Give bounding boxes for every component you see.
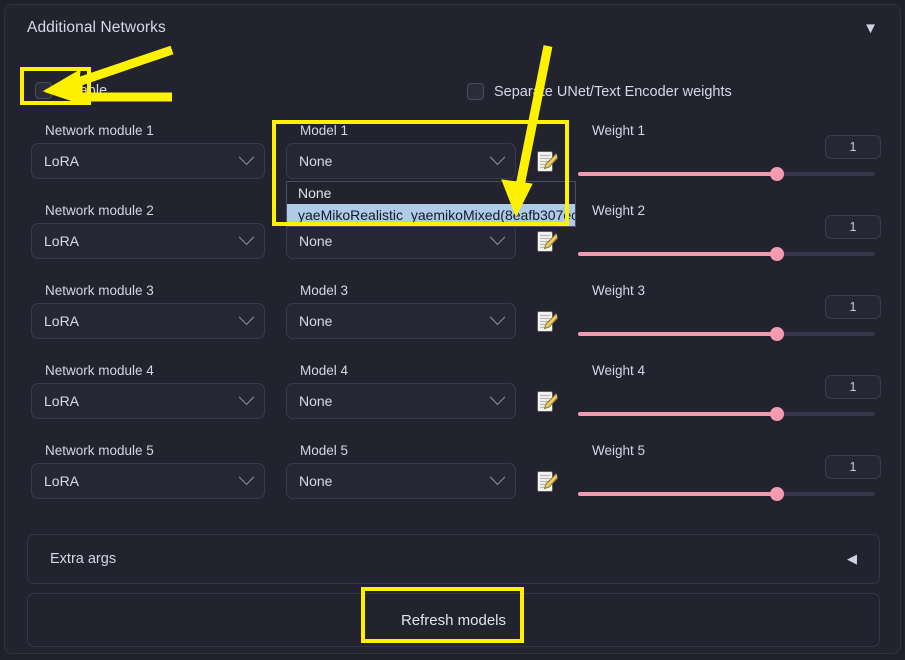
chevron-down-icon <box>238 388 255 405</box>
weight-number-value: 1 <box>849 300 857 314</box>
weight-label: Weight 5 <box>592 443 646 458</box>
document-edit-icon[interactable] <box>536 230 558 254</box>
network-module-select-4[interactable]: LoRA <box>31 383 265 419</box>
model-value: None <box>299 473 333 489</box>
slider-thumb[interactable] <box>769 327 784 341</box>
model-1-dropdown-list[interactable]: None yaeMikoRealistic_yaemikoMixed(8eafb… <box>286 181 576 227</box>
network-module-select-5[interactable]: LoRA <box>31 463 265 499</box>
panel-header[interactable]: Additional Networks ▼ <box>5 5 900 51</box>
network-module-label: Network module 4 <box>45 363 154 378</box>
weight-number-value: 1 <box>849 460 857 474</box>
model-label: Model 3 <box>300 283 349 298</box>
weight-slider-4[interactable] <box>578 407 875 421</box>
weight-number-input-2[interactable]: 1 <box>825 215 881 239</box>
additional-networks-panel: Additional Networks ▼ Enable Separate UN… <box>4 4 901 654</box>
weight-number-input-3[interactable]: 1 <box>825 295 881 319</box>
weight-label: Weight 1 <box>592 123 646 138</box>
document-edit-icon[interactable] <box>536 150 558 174</box>
model-label: Model 1 <box>300 123 349 138</box>
network-module-value: LoRA <box>44 153 80 169</box>
model-value: None <box>299 313 333 329</box>
weight-number-input-5[interactable]: 1 <box>825 455 881 479</box>
network-module-value: LoRA <box>44 233 80 249</box>
network-module-value: LoRA <box>44 473 80 489</box>
weight-number-value: 1 <box>849 140 857 154</box>
model-label: Model 4 <box>300 363 349 378</box>
chevron-down-icon[interactable]: ▼ <box>863 21 878 36</box>
slider-fill <box>578 332 777 336</box>
network-row: Network module 3 LoRA Model 3 None Weigh… <box>5 275 900 355</box>
weight-label: Weight 4 <box>592 363 646 378</box>
network-row: Network module 5 LoRA Model 5 None Weigh… <box>5 435 900 515</box>
model-select-1[interactable]: None <box>286 143 516 179</box>
weight-number-value: 1 <box>849 380 857 394</box>
chevron-down-icon <box>238 228 255 245</box>
slider-fill <box>578 492 777 496</box>
extra-args-label: Extra args <box>50 551 117 567</box>
chevron-down-icon <box>238 308 255 325</box>
weight-number-input-1[interactable]: 1 <box>825 135 881 159</box>
slider-thumb[interactable] <box>769 407 784 421</box>
chevron-down-icon <box>489 228 506 245</box>
page-title: Additional Networks <box>27 19 166 36</box>
network-module-select-2[interactable]: LoRA <box>31 223 265 259</box>
model-value: None <box>299 393 333 409</box>
slider-fill <box>578 412 777 416</box>
weight-label: Weight 3 <box>592 283 646 298</box>
chevron-left-icon[interactable]: ◀ <box>847 551 857 567</box>
refresh-models-row: Refresh models <box>27 593 880 647</box>
weight-slider-1[interactable] <box>578 167 875 181</box>
separate-weights-checkbox-row[interactable]: Separate UNet/Text Encoder weights <box>467 83 732 100</box>
weight-number-input-4[interactable]: 1 <box>825 375 881 399</box>
document-edit-icon[interactable] <box>536 390 558 414</box>
document-edit-icon[interactable] <box>536 470 558 494</box>
document-edit-icon[interactable] <box>536 310 558 334</box>
network-module-label: Network module 2 <box>45 203 154 218</box>
chevron-down-icon <box>489 388 506 405</box>
chevron-down-icon <box>238 148 255 165</box>
weight-number-value: 1 <box>849 220 857 234</box>
dropdown-option[interactable]: None <box>287 182 575 204</box>
refresh-models-button[interactable]: Refresh models <box>401 612 506 629</box>
model-value: None <box>299 153 333 169</box>
slider-thumb[interactable] <box>769 247 784 261</box>
slider-fill <box>578 252 777 256</box>
weight-slider-5[interactable] <box>578 487 875 501</box>
enable-label: Enable <box>62 82 108 99</box>
network-module-value: LoRA <box>44 393 80 409</box>
model-select-4[interactable]: None <box>286 383 516 419</box>
model-select-2[interactable]: None <box>286 223 516 259</box>
network-module-label: Network module 1 <box>45 123 154 138</box>
weight-label: Weight 2 <box>592 203 646 218</box>
weight-slider-2[interactable] <box>578 247 875 261</box>
chevron-down-icon <box>489 308 506 325</box>
weight-slider-3[interactable] <box>578 327 875 341</box>
enable-checkbox[interactable] <box>35 82 52 99</box>
slider-thumb[interactable] <box>769 167 784 181</box>
dropdown-option-selected[interactable]: yaeMikoRealistic_yaemikoMixed(8eafb307ec… <box>287 204 575 226</box>
separate-weights-checkbox[interactable] <box>467 83 484 100</box>
network-module-select-3[interactable]: LoRA <box>31 303 265 339</box>
model-select-5[interactable]: None <box>286 463 516 499</box>
network-rows-grid: Network module 1 LoRA Model 1 None Weigh… <box>5 115 900 515</box>
slider-fill <box>578 172 777 176</box>
enable-checkbox-row[interactable]: Enable <box>35 82 107 99</box>
chevron-down-icon <box>489 148 506 165</box>
network-module-select-1[interactable]: LoRA <box>31 143 265 179</box>
slider-thumb[interactable] <box>769 487 784 501</box>
model-select-3[interactable]: None <box>286 303 516 339</box>
network-row: Network module 4 LoRA Model 4 None Weigh… <box>5 355 900 435</box>
network-module-value: LoRA <box>44 313 80 329</box>
network-module-label: Network module 3 <box>45 283 154 298</box>
separate-weights-label: Separate UNet/Text Encoder weights <box>494 83 732 100</box>
network-module-label: Network module 5 <box>45 443 154 458</box>
model-value: None <box>299 233 333 249</box>
model-label: Model 5 <box>300 443 349 458</box>
chevron-down-icon <box>489 468 506 485</box>
extra-args-accordion[interactable]: Extra args ◀ <box>27 534 880 584</box>
chevron-down-icon <box>238 468 255 485</box>
